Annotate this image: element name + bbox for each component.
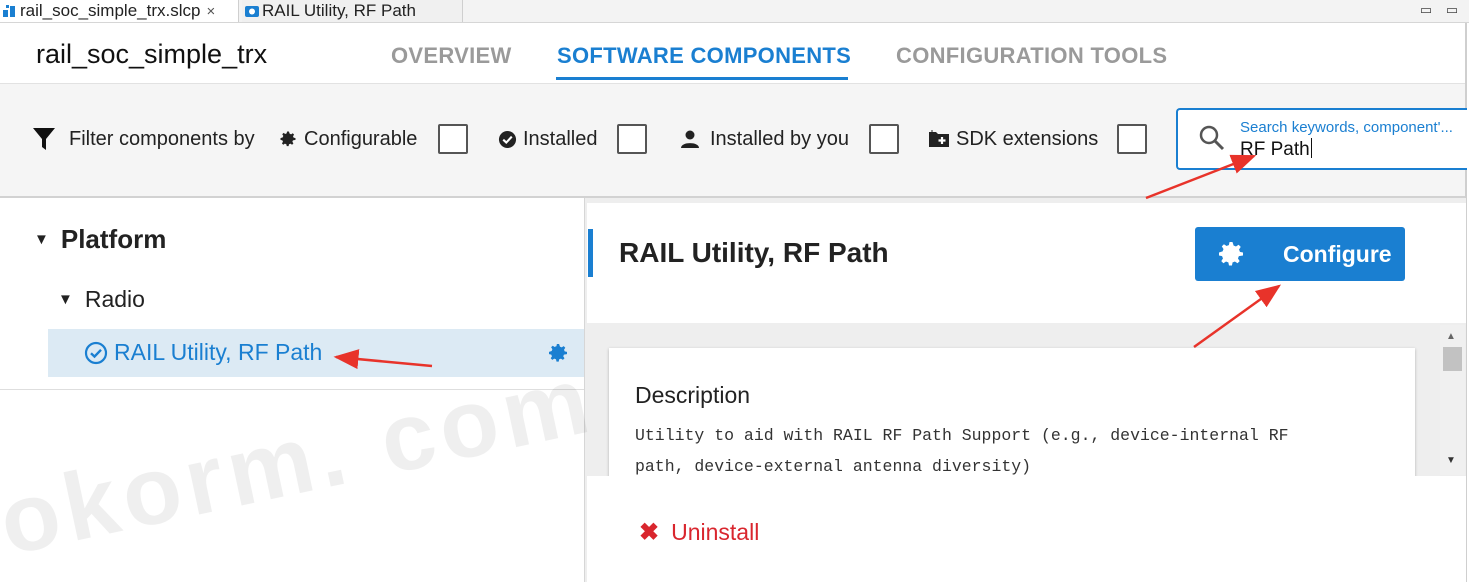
- folder-plus-icon: [929, 130, 949, 147]
- editor-tab-strip: rail_soc_simple_trx.slcp × RAIL Utility,…: [0, 0, 1469, 23]
- search-icon: [1199, 125, 1225, 151]
- description-text: Utility to aid with RAIL RF Path Support…: [635, 420, 1375, 482]
- minimize-button[interactable]: ▭: [1418, 2, 1434, 18]
- search-input[interactable]: Search keywords, component'... RF Path: [1176, 108, 1467, 170]
- project-title: rail_soc_simple_trx: [36, 39, 268, 69]
- component-detail-panel: RAIL Utility, RF Path Configure Descript…: [584, 198, 1466, 582]
- tree-node-label: Platform: [60, 224, 167, 254]
- editor-tab-label: RAIL Utility, RF Path: [262, 1, 416, 20]
- component-title: RAIL Utility, RF Path: [619, 237, 889, 268]
- title-accent-bar: [588, 229, 593, 277]
- sdk-extensions-checkbox[interactable]: [1117, 124, 1147, 154]
- gear-icon: [1219, 242, 1243, 266]
- installed-by-you-checkbox[interactable]: [869, 124, 899, 154]
- uninstall-label: Uninstall: [671, 519, 760, 545]
- search-placeholder: Search keywords, component'...: [1240, 119, 1453, 136]
- component-icon: [245, 6, 259, 17]
- description-heading: Description: [635, 382, 751, 408]
- search-value: RF Path: [1240, 138, 1312, 161]
- maximize-button[interactable]: ▭: [1444, 2, 1460, 18]
- description-line: Utility to aid with RAIL RF Path Support…: [635, 426, 1289, 445]
- tree-node-radio[interactable]: ▼ Radio: [58, 286, 145, 313]
- tree-node-label: Radio: [84, 286, 145, 312]
- filter-installed: Installed: [498, 124, 598, 154]
- tree-node-platform[interactable]: ▼ Platform: [34, 224, 166, 255]
- editor-tab-rail-utility[interactable]: RAIL Utility, RF Path: [242, 0, 463, 22]
- filter-configurable-label: Configurable: [304, 127, 418, 150]
- configurable-checkbox[interactable]: [438, 124, 468, 154]
- filter-sdk-extensions: SDK extensions: [928, 124, 1098, 154]
- tab-overview[interactable]: OVERVIEW: [391, 43, 512, 69]
- filter-sdk-extensions-label: SDK extensions: [956, 127, 1099, 150]
- installed-check-icon: [84, 341, 108, 364]
- configure-button-label: Configure: [1283, 241, 1392, 267]
- installed-checkbox[interactable]: [617, 124, 647, 154]
- tree-item-label: RAIL Utility, RF Path: [84, 339, 322, 366]
- person-icon: [681, 130, 699, 148]
- filter-icon: [33, 128, 55, 150]
- filter-label: Filter components by: [32, 124, 255, 154]
- x-icon: ✖: [639, 519, 660, 546]
- project-icon: [3, 5, 15, 17]
- filter-installed-by-you: Installed by you: [680, 124, 849, 154]
- uninstall-button[interactable]: ✖ Uninstall: [639, 518, 759, 547]
- filter-configurable: Configurable: [278, 124, 417, 154]
- scroll-up-arrow-icon[interactable]: ▲: [1446, 331, 1456, 342]
- check-circle-icon: [498, 130, 517, 148]
- filter-bar: Filter components by Configurable Instal…: [0, 83, 1467, 199]
- scroll-down-arrow-icon[interactable]: ▼: [1446, 455, 1456, 466]
- text-cursor: [1310, 138, 1312, 158]
- detail-header: RAIL Utility, RF Path Configure: [587, 203, 1466, 323]
- tree-item-text: RAIL Utility, RF Path: [114, 339, 323, 365]
- filter-installed-by-you-label: Installed by you: [710, 127, 849, 150]
- filter-label-text: Filter components by: [69, 127, 255, 150]
- tab-configuration-tools[interactable]: CONFIGURATION TOOLS: [896, 43, 1167, 69]
- description-card: Description Utility to aid with RAIL RF …: [609, 348, 1415, 488]
- project-header: rail_soc_simple_trx OVERVIEW SOFTWARE CO…: [0, 23, 1469, 83]
- expand-triangle-icon[interactable]: ▼: [34, 231, 49, 248]
- search-value-text: RF Path: [1240, 139, 1310, 160]
- configure-button[interactable]: Configure: [1195, 227, 1405, 281]
- expand-triangle-icon[interactable]: ▼: [58, 291, 73, 308]
- scroll-thumb[interactable]: [1443, 347, 1462, 371]
- tab-software-components[interactable]: SOFTWARE COMPONENTS: [557, 43, 851, 69]
- close-icon[interactable]: ×: [206, 3, 215, 20]
- filter-installed-label: Installed: [523, 127, 598, 150]
- vertical-scrollbar[interactable]: ▲ ▼: [1440, 325, 1465, 475]
- detail-footer: ✖ Uninstall: [587, 476, 1466, 582]
- editor-tab-slcp[interactable]: rail_soc_simple_trx.slcp ×: [0, 0, 239, 22]
- editor-tab-label: rail_soc_simple_trx.slcp: [20, 1, 201, 20]
- active-tab-indicator: [556, 77, 848, 80]
- gear-icon: [280, 131, 296, 147]
